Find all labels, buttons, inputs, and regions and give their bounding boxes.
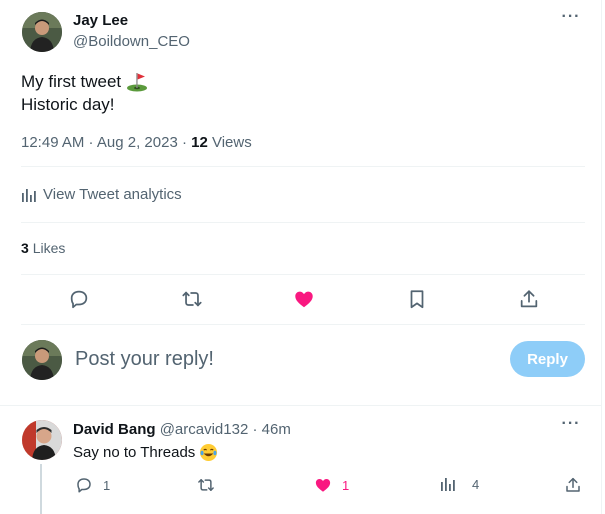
divider: [21, 324, 585, 325]
reply-author-handle[interactable]: @arcavid132: [160, 421, 249, 438]
share-icon: [566, 477, 580, 492]
main-tweet: Jay Lee @Boildown_CEO ··· My first tweet…: [0, 0, 601, 405]
reply-icon: [70, 290, 88, 309]
reply-text-content: Say no to Threads: [73, 444, 196, 461]
author-name[interactable]: Jay Lee: [73, 12, 128, 29]
share-button[interactable]: [518, 288, 540, 310]
reply-text: Say no to Threads: [73, 443, 218, 462]
avatar[interactable]: [22, 12, 62, 52]
reply-tweet[interactable]: David Bang @arcavid132 · 46m ··· Say no …: [0, 406, 601, 514]
divider: [21, 222, 585, 223]
reply-button[interactable]: [68, 288, 90, 310]
tweet-meta: 12:49 AM · Aug 2, 2023 · 12 Views: [21, 134, 252, 151]
divider: [21, 274, 585, 275]
reply-icon: [77, 478, 91, 493]
reply-views-count: 4: [472, 476, 480, 492]
composer-avatar[interactable]: [22, 340, 62, 380]
divider: [21, 166, 585, 167]
more-options-icon[interactable]: ···: [561, 9, 581, 32]
views-count: 12: [191, 134, 208, 151]
analytics-icon: [22, 188, 36, 202]
share-icon: [520, 290, 538, 308]
retweet-icon: [198, 479, 214, 491]
retweet-button[interactable]: [181, 288, 203, 310]
view-analytics-link[interactable]: View Tweet analytics: [21, 186, 182, 203]
timestamp[interactable]: 12:49 AM · Aug 2, 2023 ·: [21, 134, 187, 151]
reply-time[interactable]: · 46m: [252, 421, 290, 438]
like-icon-filled: [315, 479, 331, 492]
bookmark-button[interactable]: [406, 288, 428, 310]
like-icon-filled: [295, 291, 313, 308]
reply-analytics-button[interactable]: 4: [440, 476, 479, 492]
analytics-label: View Tweet analytics: [43, 186, 182, 203]
flag-in-hole-icon: [127, 72, 148, 91]
analytics-icon: [441, 478, 455, 491]
reply-reply-button[interactable]: 1: [75, 476, 110, 494]
likes-label: Likes: [32, 240, 66, 256]
reply-share-button[interactable]: [564, 476, 592, 494]
likes-count: 3: [21, 240, 29, 256]
views-label: Views: [211, 134, 252, 151]
likes-summary[interactable]: 3 Likes: [21, 240, 65, 256]
reply-avatar[interactable]: [22, 420, 62, 460]
reply-replies-count: 1: [103, 477, 111, 493]
thread-line: [40, 464, 42, 514]
reply-submit-button[interactable]: Reply: [510, 341, 585, 377]
tweet-text-line-1: My first tweet: [21, 72, 122, 91]
reply-more-options-icon[interactable]: ···: [561, 416, 581, 439]
tweet-text: My first tweet Historic day!: [21, 70, 148, 116]
laughing-tears-emoji-icon: [200, 443, 218, 462]
reply-input[interactable]: [75, 343, 455, 375]
reply-likes-count: 1: [342, 477, 350, 493]
column-border: [601, 0, 602, 514]
retweet-icon: [182, 291, 202, 307]
reply-retweet-button[interactable]: [197, 476, 225, 494]
reply-author-name[interactable]: David Bang: [73, 421, 156, 438]
tweet-text-line-2: Historic day!: [21, 95, 115, 114]
like-button[interactable]: [293, 288, 315, 310]
bookmark-icon: [410, 290, 424, 309]
reply-header: David Bang @arcavid132 · 46m: [73, 421, 291, 438]
author-handle[interactable]: @Boildown_CEO: [73, 33, 190, 50]
reply-like-button[interactable]: 1: [314, 476, 349, 494]
